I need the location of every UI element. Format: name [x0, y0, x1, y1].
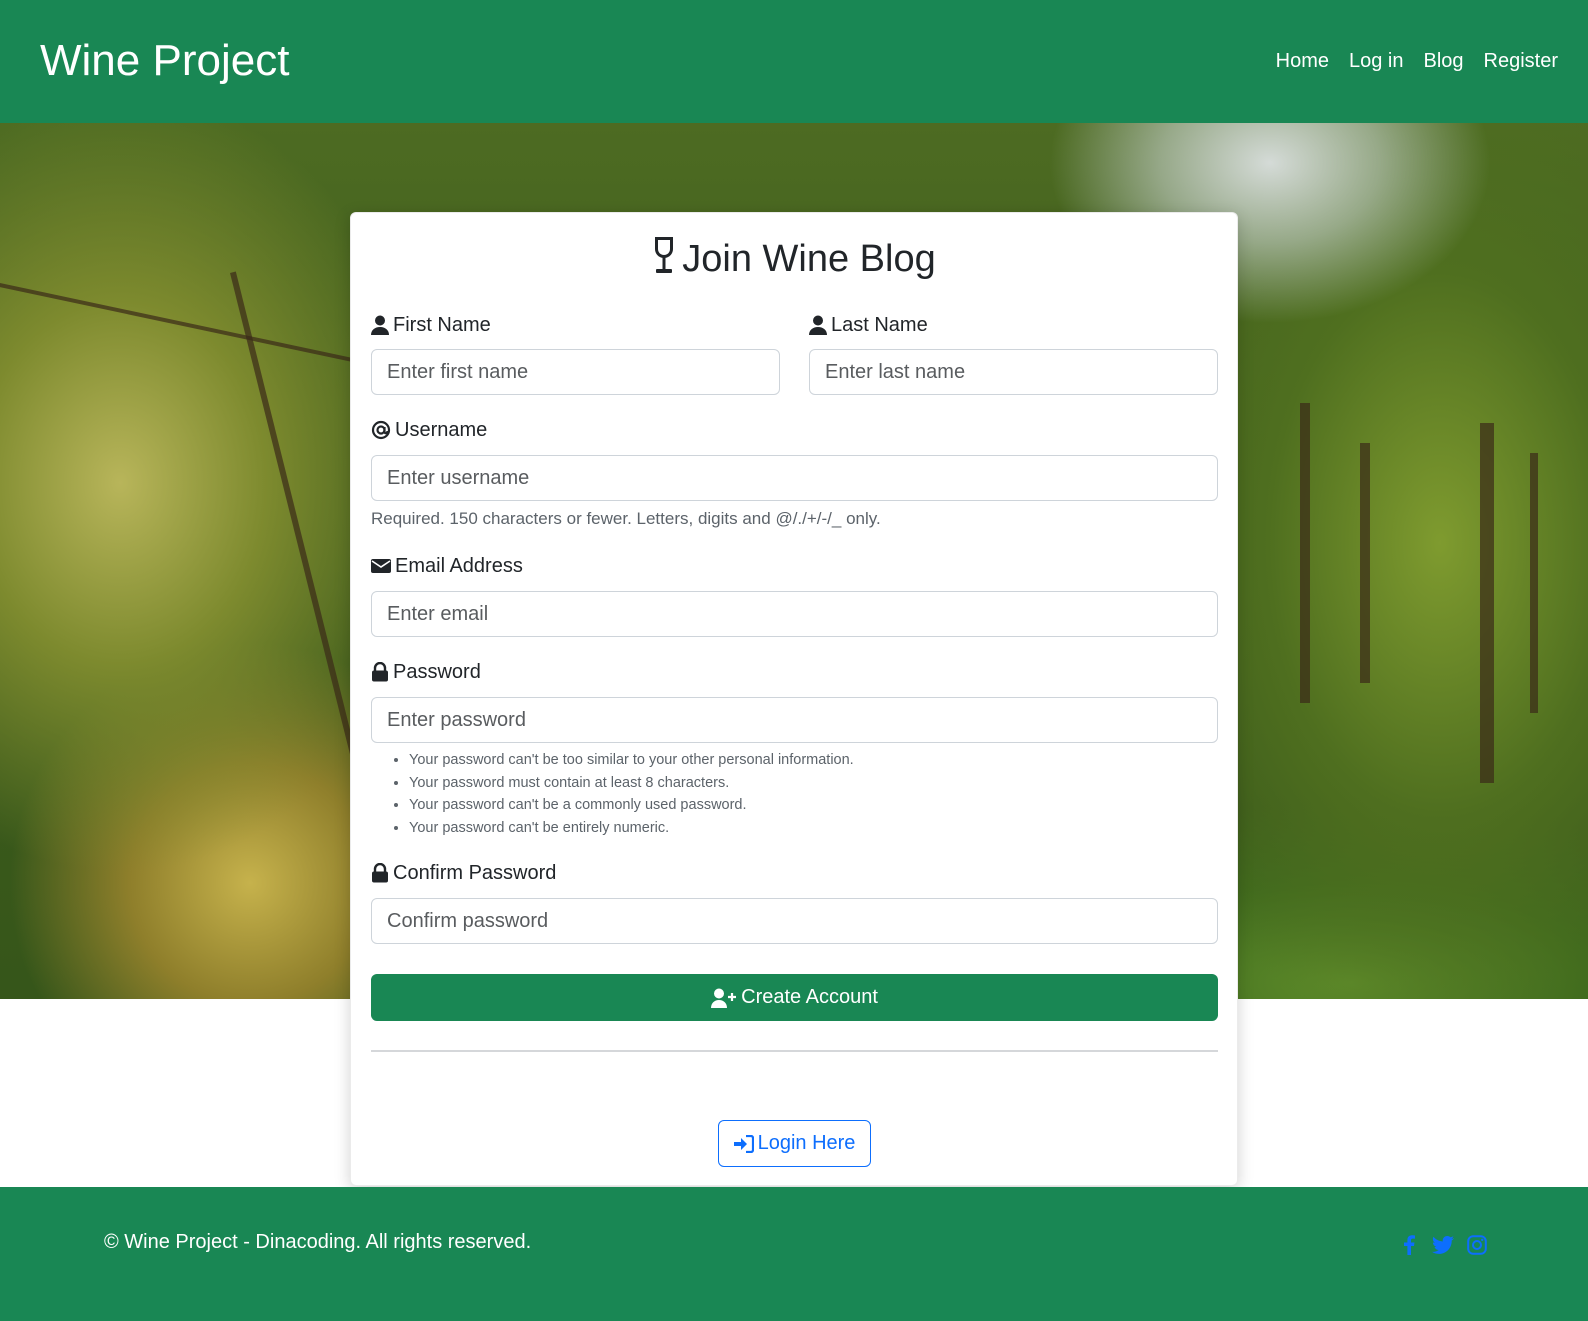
form-title: Join Wine Blog [351, 235, 1237, 282]
password-label-text: Password [393, 661, 481, 683]
nav-login[interactable]: Log in [1349, 49, 1404, 73]
nav-links: Home Log in Blog Register [1256, 49, 1558, 73]
email-label-text: Email Address [395, 555, 523, 577]
create-account-label: Create Account [741, 986, 878, 1008]
nav-blog[interactable]: Blog [1423, 49, 1463, 73]
facebook-icon[interactable] [1398, 1234, 1420, 1256]
navbar: Wine Project Home Log in Blog Register [0, 0, 1588, 123]
email-input[interactable] [371, 591, 1218, 637]
lock-icon [372, 863, 388, 883]
password-rule: Your password can't be entirely numeric. [409, 817, 854, 840]
nav-home[interactable]: Home [1276, 49, 1329, 73]
password-input[interactable] [371, 697, 1218, 743]
social-links [1398, 1234, 1488, 1256]
user-plus-icon [711, 988, 737, 1008]
username-input[interactable] [371, 455, 1218, 501]
register-card: Join Wine Blog First Name Last Name User… [350, 212, 1238, 1186]
confirm-password-label-text: Confirm Password [393, 862, 557, 884]
first-name-label: First Name [371, 313, 491, 337]
divider [371, 1050, 1218, 1052]
nav-register[interactable]: Register [1484, 49, 1558, 73]
password-rule: Your password can't be a commonly used p… [409, 794, 854, 817]
password-rule: Your password can't be too similar to yo… [409, 749, 854, 772]
user-icon [809, 315, 827, 335]
password-label: Password [371, 660, 481, 684]
password-rule: Your password must contain at least 8 ch… [409, 772, 854, 795]
first-name-label-text: First Name [393, 314, 491, 336]
lock-icon [372, 662, 388, 682]
form-title-text: Join Wine Blog [682, 238, 936, 280]
create-account-button[interactable]: Create Account [371, 974, 1218, 1021]
instagram-icon[interactable] [1466, 1234, 1488, 1256]
password-rules-list: Your password can't be too similar to yo… [391, 749, 854, 840]
email-label: Email Address [371, 554, 523, 578]
envelope-icon [371, 559, 391, 573]
at-sign-icon [371, 420, 391, 440]
login-here-label: Login Here [757, 1132, 856, 1154]
twitter-icon[interactable] [1432, 1234, 1454, 1256]
confirm-password-input[interactable] [371, 898, 1218, 944]
username-label-text: Username [395, 419, 488, 441]
username-help-text: Required. 150 characters or fewer. Lette… [371, 509, 881, 528]
last-name-input[interactable] [809, 349, 1218, 395]
login-here-button[interactable]: Login Here [718, 1120, 871, 1167]
footer: © Wine Project - Dinacoding. All rights … [0, 1187, 1588, 1321]
copyright-text: © Wine Project - Dinacoding. All rights … [104, 1231, 532, 1253]
user-icon [371, 315, 389, 335]
last-name-label: Last Name [809, 313, 928, 337]
first-name-input[interactable] [371, 349, 780, 395]
brand-title[interactable]: Wine Project [40, 36, 289, 86]
sign-in-icon [733, 1134, 754, 1153]
wine-glass-icon [655, 237, 674, 273]
username-label: Username [371, 418, 487, 442]
confirm-password-label: Confirm Password [371, 861, 556, 885]
last-name-label-text: Last Name [831, 314, 928, 336]
